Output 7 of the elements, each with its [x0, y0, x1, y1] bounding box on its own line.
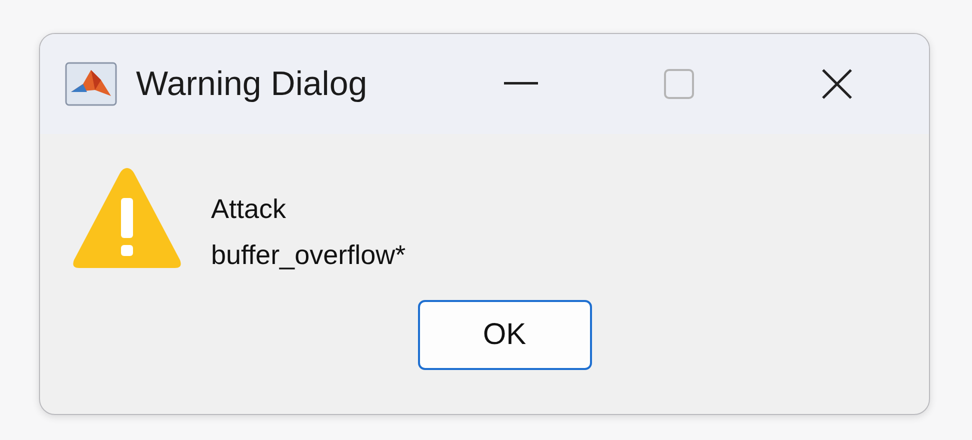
- message-text: Attack: [211, 193, 288, 226]
- ok-button[interactable]: OK: [418, 300, 592, 370]
- message-text: buffer_overflow*: [211, 239, 406, 272]
- minimize-icon[interactable]: [504, 82, 538, 86]
- app-icon: [65, 62, 117, 106]
- window-title: Warning Dialog: [136, 64, 368, 104]
- close-icon[interactable]: [821, 68, 853, 100]
